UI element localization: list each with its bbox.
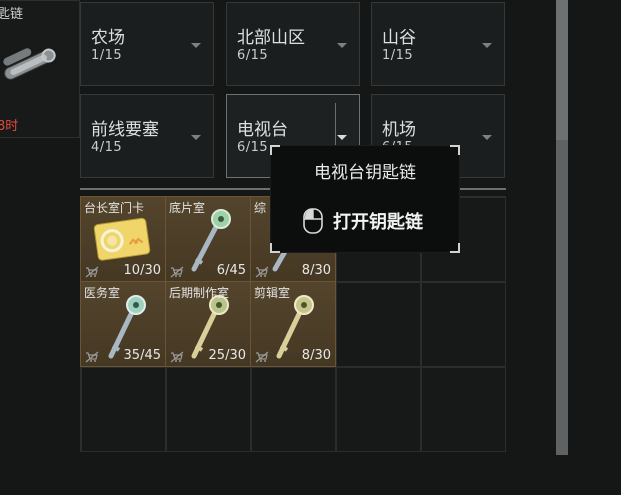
map-tile-frontline-fortress[interactable]: 前线要塞 4/15 xyxy=(80,94,214,178)
dropdown-arrow-icon xyxy=(482,135,492,140)
map-name: 农场 xyxy=(91,28,125,48)
key-item-editing-room[interactable]: 剪辑室 8/30 xyxy=(250,281,336,367)
map-count: 1/15 xyxy=(91,48,123,63)
scrollbar-thumb[interactable] xyxy=(556,0,568,140)
dropdown-arrow-icon xyxy=(337,43,347,48)
grid-cell[interactable] xyxy=(336,282,421,367)
map-name: 北部山区 xyxy=(237,28,305,48)
no-trade-cart-icon xyxy=(255,266,269,278)
item-label: 综 xyxy=(254,201,267,215)
map-name: 机场 xyxy=(382,120,416,140)
keychain-tooltip: 电视台钥匙链 打开钥匙链 xyxy=(270,145,460,253)
no-trade-cart-icon xyxy=(255,351,269,363)
dropdown-arrow-icon[interactable] xyxy=(337,135,347,140)
map-name: 前线要塞 xyxy=(91,120,159,140)
tooltip-corner xyxy=(450,243,460,253)
item-label: 剪辑室 xyxy=(254,286,291,300)
map-tile-farm[interactable]: 农场 1/15 xyxy=(80,2,214,86)
item-quantity: 6/45 xyxy=(216,263,246,278)
item-quantity: 35/45 xyxy=(123,348,161,363)
grid-cell[interactable] xyxy=(421,282,506,367)
no-trade-cart-icon xyxy=(170,266,184,278)
item-label: 后期制作室 xyxy=(169,286,230,300)
grid-cell[interactable] xyxy=(336,367,421,452)
key-item-film-room[interactable]: 底片室 6/45 xyxy=(165,196,251,282)
item-label: 台长室门卡 xyxy=(84,201,145,215)
mouse-icon xyxy=(303,208,323,234)
map-tile-valley[interactable]: 山谷 1/15 xyxy=(371,2,505,86)
item-quantity: 8/30 xyxy=(301,348,331,363)
tooltip-corner xyxy=(270,243,280,253)
grid-cell[interactable] xyxy=(421,367,506,452)
map-name: 山谷 xyxy=(382,28,416,48)
key-item-director-office-card[interactable]: 台长室门卡 10/30 xyxy=(80,196,166,282)
open-keychain-label: 打开钥匙链 xyxy=(333,212,423,233)
no-trade-cart-icon xyxy=(85,351,99,363)
map-count: 4/15 xyxy=(91,140,123,155)
item-quantity: 25/30 xyxy=(208,348,246,363)
item-quantity: 8/30 xyxy=(301,263,331,278)
dropdown-arrow-icon xyxy=(191,135,201,140)
open-keychain-action[interactable]: 打开钥匙链 xyxy=(303,208,423,234)
key-item-post-production-room[interactable]: 后期制作室 25/30 xyxy=(165,281,251,367)
tooltip-title: 电视台钥匙链 xyxy=(314,163,416,183)
tooltip-corner xyxy=(450,145,460,155)
keychain-card-title: 匙链 xyxy=(0,7,24,22)
scrollbar[interactable] xyxy=(556,0,568,455)
keychain-timer: 8时 xyxy=(0,119,19,134)
grid-cell[interactable] xyxy=(81,367,166,452)
dropdown-arrow-icon xyxy=(191,43,201,48)
no-trade-cart-icon xyxy=(170,351,184,363)
grid-cell[interactable] xyxy=(251,367,336,452)
keychain-card[interactable]: 匙链 8时 xyxy=(0,0,80,138)
item-quantity: 10/30 xyxy=(123,263,161,278)
item-label: 医务室 xyxy=(84,286,121,300)
tooltip-corner xyxy=(270,145,280,155)
key-item-medical-room[interactable]: 医务室 35/45 xyxy=(80,281,166,367)
no-trade-cart-icon xyxy=(85,266,99,278)
grid-cell[interactable] xyxy=(166,367,251,452)
dropdown-arrow-icon xyxy=(482,43,492,48)
map-tile-northern-mountains[interactable]: 北部山区 6/15 xyxy=(226,2,360,86)
map-name: 电视台 xyxy=(237,120,288,140)
keychain-icon xyxy=(3,48,56,80)
map-count: 1/15 xyxy=(382,48,414,63)
item-label: 底片室 xyxy=(169,201,206,215)
map-count: 6/15 xyxy=(237,140,269,155)
map-count: 6/15 xyxy=(237,48,269,63)
